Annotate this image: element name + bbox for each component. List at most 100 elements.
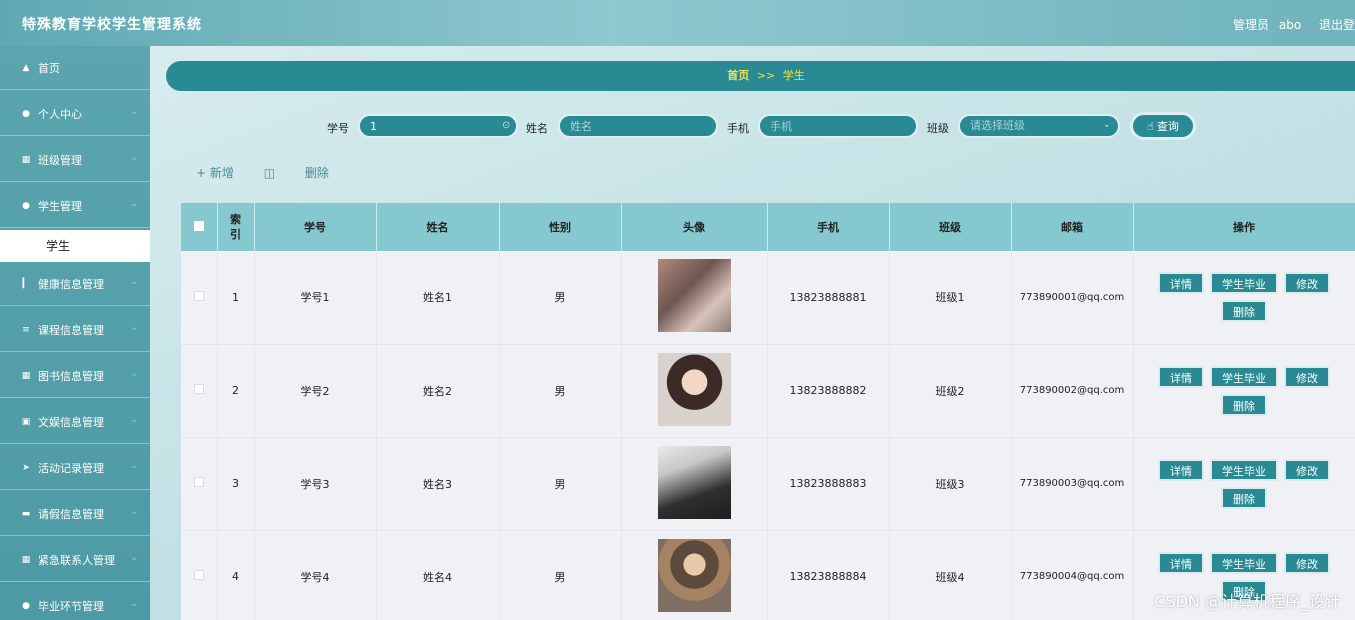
column-header-student-id: 学号	[254, 203, 377, 251]
table-row: 2 学号2 姓名2 男 13823888882 班级2 773890002@qq…	[181, 344, 1355, 438]
select-all-checkbox[interactable]	[181, 203, 218, 251]
user-icon: ●	[22, 200, 30, 211]
chevron-down-icon: ⌄	[130, 507, 138, 517]
avatar	[657, 445, 731, 519]
detail-button[interactable]: 详情	[1158, 365, 1204, 388]
delete-row-button[interactable]: 删除	[1221, 486, 1267, 509]
edit-button[interactable]: 修改	[1284, 551, 1330, 574]
user-info: 管理员 abo 退出登	[1227, 16, 1355, 33]
sidebar-item-student-management[interactable]: ● 学生管理 ⌄	[0, 184, 150, 228]
delete-button-label: 删除	[304, 166, 329, 180]
sidebar-item-label: 图书信息管理	[38, 369, 104, 383]
detail-button[interactable]: 详情	[1158, 551, 1204, 574]
avatar	[657, 259, 731, 333]
chevron-down-icon: ⌄	[130, 415, 138, 425]
grid-icon: ▦	[21, 370, 31, 381]
graduate-button[interactable]: 学生毕业	[1210, 551, 1278, 574]
cell-avatar	[621, 437, 768, 531]
detail-button[interactable]: 详情	[1158, 272, 1204, 295]
graduate-button[interactable]: 学生毕业	[1210, 458, 1278, 481]
graduate-button[interactable]: 学生毕业	[1210, 365, 1278, 388]
column-header-name: 姓名	[376, 203, 500, 251]
cell-gender: 男	[499, 437, 622, 531]
delete-button[interactable]: ◫ 删除	[264, 166, 355, 180]
detail-button[interactable]: 详情	[1158, 458, 1204, 481]
app-title: 特殊教育学校学生管理系统	[22, 17, 202, 33]
cell-gender: 男	[499, 344, 622, 438]
chevron-down-icon: ⌄	[130, 323, 138, 333]
cursor-hand-icon: ☝	[1147, 119, 1154, 133]
cell-phone: 13823888882	[767, 344, 890, 438]
graduate-button[interactable]: 学生毕业	[1210, 272, 1278, 295]
cell-class: 班级2	[889, 344, 1012, 438]
chevron-down-icon: ⌄	[130, 277, 138, 287]
cell-avatar	[621, 251, 768, 345]
user-role: 管理员	[1233, 18, 1270, 32]
sidebar-subitem-student[interactable]: 学生	[0, 230, 150, 262]
delete-row-button[interactable]: 删除	[1221, 300, 1267, 323]
ticket-icon: ▬	[21, 508, 31, 519]
edit-button[interactable]: 修改	[1284, 272, 1330, 295]
cell-index: 3	[217, 437, 255, 531]
logout-link[interactable]: 退出登	[1319, 18, 1355, 32]
clear-icon[interactable]: ⊙	[502, 120, 510, 131]
cell-name: 姓名4	[376, 530, 500, 620]
phone-input[interactable]	[758, 114, 918, 138]
sidebar-item-emergency-contacts[interactable]: ▦ 紧急联系人管理 ⌄	[0, 538, 150, 582]
breadcrumb-current: 学生	[782, 69, 805, 82]
sidebar-item-class-management[interactable]: ▦ 班级管理 ⌄	[0, 138, 150, 182]
sidebar-item-leave-info[interactable]: ▬ 请假信息管理 ⌄	[0, 492, 150, 536]
cell-email: 773890003@qq.com	[1011, 437, 1134, 531]
cell-student-id: 学号2	[254, 344, 377, 438]
delete-row-button[interactable]: 删除	[1221, 393, 1267, 416]
cell-student-id: 学号1	[254, 251, 377, 345]
table-row: 1 学号1 姓名1 男 13823888881 班级1 773890001@qq…	[181, 251, 1355, 345]
sidebar-item-label: 个人中心	[38, 107, 82, 121]
edit-button[interactable]: 修改	[1284, 458, 1330, 481]
row-checkbox[interactable]	[181, 251, 218, 345]
student-table: 索引 学号 姓名 性别 头像 手机 班级 邮箱 操作 1 学号1 姓名1 男 1…	[181, 203, 1355, 620]
row-checkbox[interactable]	[181, 344, 218, 438]
grid-icon: ▦	[21, 154, 31, 165]
sidebar-item-label: 班级管理	[38, 153, 82, 167]
sidebar-item-health-info[interactable]: ▎ 健康信息管理 ⌄	[0, 262, 150, 306]
grid-icon: ▦	[21, 554, 31, 565]
sidebar-item-entertainment-info[interactable]: ▣ 文娱信息管理 ⌄	[0, 400, 150, 444]
column-header-phone: 手机	[767, 203, 890, 251]
edit-button[interactable]: 修改	[1284, 365, 1330, 388]
cell-email: 773890001@qq.com	[1011, 251, 1134, 345]
chevron-down-icon: ⌄	[130, 199, 138, 209]
row-checkbox[interactable]	[181, 437, 218, 531]
breadcrumb-separator: >>	[756, 69, 776, 82]
search-bar: 学号 ⊙ 姓名 手机 班级 请选择班级 ⌄ ☝ 查询	[150, 112, 1355, 142]
cell-email: 773890002@qq.com	[1011, 344, 1134, 438]
sidebar-item-book-info[interactable]: ▦ 图书信息管理 ⌄	[0, 354, 150, 398]
sidebar-item-label: 文娱信息管理	[38, 415, 104, 429]
sidebar-item-label: 健康信息管理	[38, 277, 104, 291]
row-checkbox[interactable]	[181, 530, 218, 620]
sidebar-item-graduation[interactable]: ● 毕业环节管理 ⌄	[0, 584, 150, 620]
sidebar-item-course-info[interactable]: ≡ 课程信息管理 ⌄	[0, 308, 150, 352]
class-select[interactable]: 请选择班级	[958, 114, 1120, 138]
cell-class: 班级1	[889, 251, 1012, 345]
cell-index: 4	[217, 530, 255, 620]
name-input[interactable]	[558, 114, 718, 138]
sidebar-item-home[interactable]: ▲ 首页	[0, 46, 150, 90]
breadcrumb-home[interactable]: 首页	[727, 69, 749, 82]
cell-name: 姓名2	[376, 344, 500, 438]
trash-icon: ◫	[263, 166, 279, 180]
breadcrumb: 首页 >> 学生	[166, 61, 1355, 91]
table-header-row: 索引 学号 姓名 性别 头像 手机 班级 邮箱 操作	[181, 203, 1355, 251]
monitor-icon: ▣	[21, 416, 31, 427]
table-row: 3 学号3 姓名3 男 13823888883 班级3 773890003@qq…	[181, 437, 1355, 531]
query-button[interactable]: ☝ 查询	[1130, 112, 1196, 140]
sidebar-item-personal-center[interactable]: ● 个人中心 ⌄	[0, 92, 150, 136]
chevron-down-icon: ⌄	[130, 107, 138, 117]
top-header: 特殊教育学校学生管理系统 管理员 abo 退出登	[0, 0, 1355, 46]
sidebar-item-label: 请假信息管理	[38, 507, 104, 521]
student-id-input[interactable]	[358, 114, 518, 138]
cell-avatar	[621, 344, 768, 438]
sidebar-item-activity-records[interactable]: ➤ 活动记录管理 ⌄	[0, 446, 150, 490]
add-button[interactable]: + 新增	[196, 166, 234, 180]
chevron-down-icon: ⌄	[130, 461, 138, 471]
